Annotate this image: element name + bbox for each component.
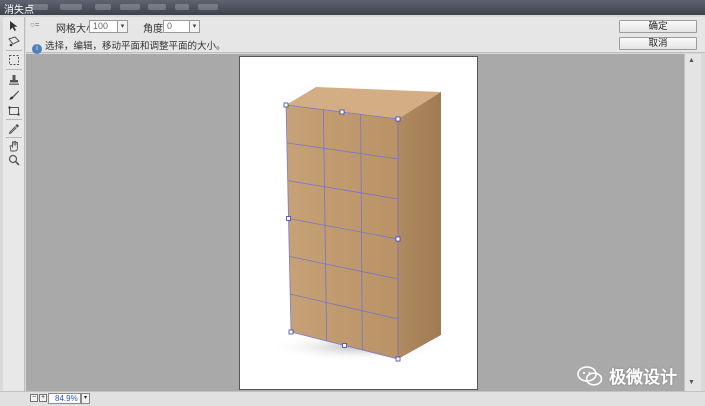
vertical-scrollbar[interactable]: ▲ ▼ xyxy=(684,54,701,391)
zoom-tool-icon[interactable] xyxy=(5,153,22,167)
box-front-face xyxy=(286,105,398,359)
tools-panel xyxy=(3,17,25,397)
options-bar: ○= 网格大小: 100 ▾ 角度: 0 ▾ i 选择，编辑，移动平面和调整平面的… xyxy=(26,17,705,54)
ok-button[interactable]: 确定 xyxy=(619,20,697,33)
grid-handle xyxy=(286,216,291,221)
tool-divider xyxy=(6,137,22,138)
grid-handle xyxy=(395,356,401,362)
watermark: 极微设计 xyxy=(577,363,677,388)
zoom-in-icon[interactable]: + xyxy=(39,394,47,402)
angle-dropdown[interactable]: ▾ xyxy=(189,20,200,33)
hand-tool-icon[interactable] xyxy=(5,139,22,153)
status-bar: − + 84.9% ▾ xyxy=(0,391,705,406)
cancel-button[interactable]: 取消 xyxy=(619,37,697,50)
stamp-tool-icon[interactable] xyxy=(5,73,22,87)
grid-handle xyxy=(395,236,401,242)
options-tool-icon: ○= xyxy=(30,20,40,29)
vanishing-point-dialog: 消失点 ○= 网格大小: 100 ▾ 角度: 0 ▾ i 选择，编辑，移动平面和… xyxy=(0,0,705,406)
marquee-tool-icon[interactable] xyxy=(5,53,22,67)
zoom-level-field[interactable]: 84.9% xyxy=(48,393,81,404)
title-ghost xyxy=(175,4,189,10)
tool-hint-text: 选择，编辑，移动平面和调整平面的大小。 xyxy=(45,41,226,52)
title-ghost xyxy=(148,4,166,10)
scroll-up-icon[interactable]: ▲ xyxy=(688,57,695,64)
create-plane-tool-icon[interactable] xyxy=(5,34,22,48)
watermark-text: 极微设计 xyxy=(609,368,677,387)
eyedropper-tool-icon[interactable] xyxy=(5,122,22,136)
zoom-dropdown[interactable]: ▾ xyxy=(81,393,90,404)
brush-tool-icon[interactable] xyxy=(5,88,22,102)
tool-divider xyxy=(6,50,22,51)
grid-handle xyxy=(395,116,401,122)
box-image xyxy=(268,87,448,362)
tool-divider xyxy=(6,69,22,70)
grid-handle xyxy=(288,329,294,335)
grid-handle xyxy=(339,109,345,115)
zoom-out-icon[interactable]: − xyxy=(30,394,38,402)
title-bar: 消失点 xyxy=(0,0,705,16)
title-ghost xyxy=(198,4,218,10)
title-ghost xyxy=(120,4,140,10)
tool-hint: i 选择，编辑，移动平面和调整平面的大小。 xyxy=(32,38,226,54)
grid-handle xyxy=(342,343,347,348)
angle-input[interactable]: 0 xyxy=(163,20,190,33)
title-ghost xyxy=(30,4,48,10)
title-ghost xyxy=(60,4,82,10)
tool-divider xyxy=(6,119,22,120)
box-side-face xyxy=(398,92,441,359)
wechat-icon xyxy=(577,365,603,386)
scroll-down-icon[interactable]: ▼ xyxy=(688,379,695,386)
transform-tool-icon[interactable] xyxy=(5,104,22,118)
info-icon: i xyxy=(32,44,42,54)
grid-handle xyxy=(283,102,289,108)
edit-plane-tool-icon[interactable] xyxy=(5,19,22,33)
document-canvas[interactable] xyxy=(239,56,478,390)
grid-size-input[interactable]: 100 xyxy=(89,20,118,33)
grid-size-dropdown[interactable]: ▾ xyxy=(117,20,128,33)
title-ghost xyxy=(95,4,111,10)
